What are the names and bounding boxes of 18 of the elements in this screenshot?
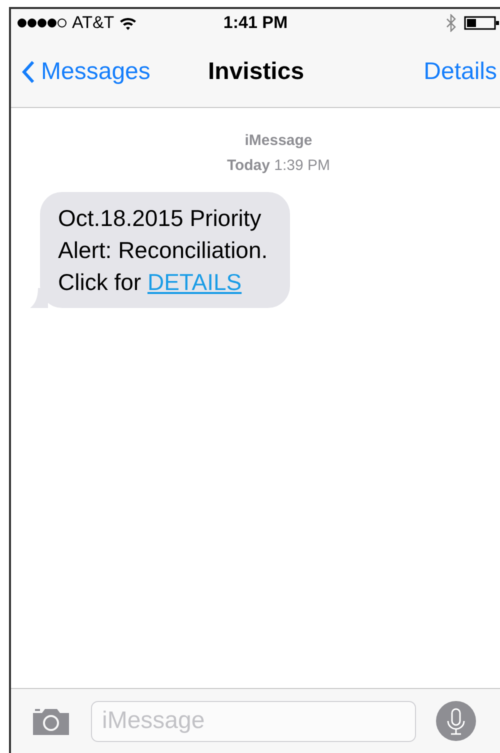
details-button[interactable]: Details bbox=[424, 58, 497, 86]
clock-time: 1:41 PM bbox=[223, 13, 288, 33]
microphone-icon[interactable] bbox=[436, 701, 476, 741]
battery-icon bbox=[464, 15, 500, 31]
chevron-left-icon bbox=[21, 60, 35, 84]
camera-icon[interactable] bbox=[31, 706, 71, 736]
details-link[interactable]: DETAILS bbox=[147, 269, 242, 295]
wifi-icon bbox=[119, 16, 138, 30]
back-label[interactable]: Messages bbox=[41, 58, 150, 86]
service-label: iMessage bbox=[244, 131, 312, 151]
message-text: Oct.18.2015 Priority Alert: Reconciliation. Click for DETAILS bbox=[58, 204, 268, 297]
message-input[interactable]: iMessage bbox=[91, 700, 416, 742]
back-button[interactable]: Messages bbox=[21, 58, 150, 86]
bluetooth-icon bbox=[446, 14, 456, 32]
signal-icon bbox=[17, 18, 67, 28]
message-timestamp: Today 1:39 PM bbox=[226, 156, 330, 176]
conversation-title: Invistics bbox=[208, 58, 304, 86]
carrier-name: AT&T bbox=[72, 13, 114, 33]
